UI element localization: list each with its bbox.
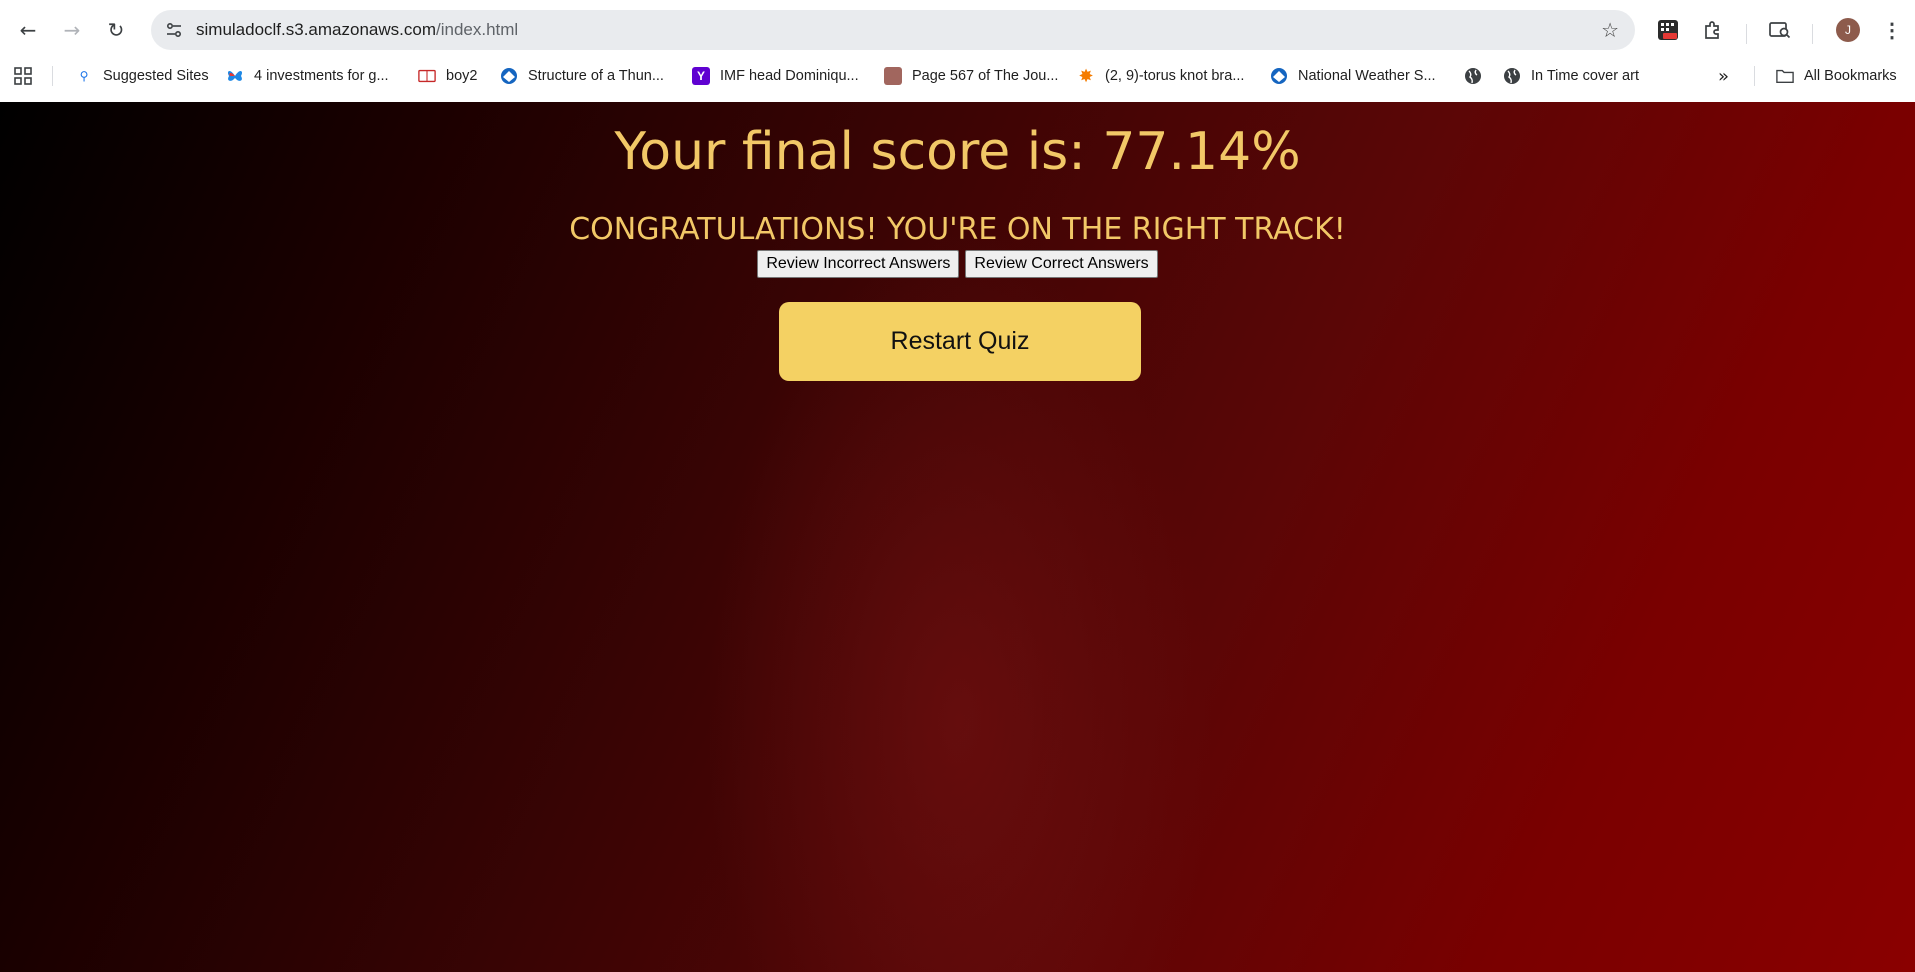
review-correct-button[interactable]: Review Correct Answers <box>965 250 1158 278</box>
bookmark-page-567[interactable]: Page 567 of The Jou... <box>884 64 1058 88</box>
butterfly-icon <box>226 67 244 85</box>
more-bookmarks-chevron-icon[interactable]: » <box>1718 64 1729 88</box>
folder-icon <box>1776 67 1794 85</box>
gear-orange-icon: ✸ <box>1078 65 1094 87</box>
bookmark-investments[interactable]: 4 investments for g... <box>226 64 389 88</box>
browser-toolbar: ← → ↻ simuladoclf.s3.amazonaws.com/index… <box>0 6 1915 54</box>
site-info-icon[interactable] <box>159 15 189 45</box>
bookmark-star-icon[interactable]: ☆ <box>1601 18 1619 42</box>
bookmark-torus-knot[interactable]: ✸ (2, 9)-torus knot bra... <box>1077 64 1244 88</box>
all-bookmarks-folder[interactable]: All Bookmarks <box>1776 64 1897 88</box>
profile-avatar[interactable]: J <box>1832 14 1864 46</box>
yahoo-icon: Y <box>692 67 710 85</box>
final-score-heading: Your final score is: 77.14% <box>614 122 1301 182</box>
bookmark-label: National Weather S... <box>1298 68 1436 84</box>
tab-search-icon[interactable] <box>1764 14 1796 46</box>
address-bar[interactable]: simuladoclf.s3.amazonaws.com/index.html … <box>151 10 1635 50</box>
bookmark-globe[interactable] <box>1464 64 1492 88</box>
reload-icon[interactable]: ↻ <box>100 14 132 46</box>
bookmark-in-time[interactable]: In Time cover art <box>1503 64 1639 88</box>
bookmark-label: boy2 <box>446 68 478 84</box>
bookmark-label: 4 investments for g... <box>254 68 389 84</box>
bookmark-label: Structure of a Thun... <box>528 68 664 84</box>
bookmarks-divider <box>1754 66 1755 86</box>
bookmarks-divider <box>52 66 53 86</box>
quiz-result-page: Your final score is: 77.14% CONGRATULATI… <box>0 102 1915 972</box>
all-bookmarks-label: All Bookmarks <box>1804 68 1897 84</box>
bookmark-imf-head[interactable]: Y IMF head Dominiqu... <box>692 64 859 88</box>
bookmark-label: IMF head Dominiqu... <box>720 68 859 84</box>
review-incorrect-button[interactable]: Review Incorrect Answers <box>757 250 960 278</box>
bookmark-label: Suggested Sites <box>103 68 209 84</box>
noaa-icon <box>1270 67 1288 85</box>
toolbar-divider <box>1812 24 1813 44</box>
toolbar-divider <box>1746 24 1747 44</box>
bookmark-label: Page 567 of The Jou... <box>912 68 1059 84</box>
menu-kebab-icon[interactable]: ⋮ <box>1876 14 1908 46</box>
search-icon: ⚲ <box>79 69 89 83</box>
avatar: J <box>1836 18 1860 42</box>
url-path: /index.html <box>435 20 519 39</box>
bookmarks-bar: ⚲ Suggested Sites 4 investments for g...… <box>0 58 1915 94</box>
back-icon[interactable]: ← <box>12 14 44 46</box>
page-icon <box>884 67 902 85</box>
book-icon <box>418 67 436 85</box>
forward-icon[interactable]: → <box>56 14 88 46</box>
bookmark-label: (2, 9)-torus knot bra... <box>1105 68 1245 84</box>
url-host: simuladoclf.s3.amazonaws.com <box>196 20 436 39</box>
url-text[interactable]: simuladoclf.s3.amazonaws.com/index.html <box>196 20 518 40</box>
extension-off-icon[interactable] <box>1652 14 1684 46</box>
bookmark-structure-thun[interactable]: Structure of a Thun... <box>500 64 664 88</box>
bookmark-label: In Time cover art <box>1531 68 1639 84</box>
bookmark-boy2[interactable]: boy2 <box>418 64 477 88</box>
review-buttons: Review Incorrect Answers Review Correct … <box>0 250 1915 278</box>
globe-icon <box>1503 67 1521 85</box>
congratulations-message: CONGRATULATIONS! YOU'RE ON THE RIGHT TRA… <box>569 212 1346 247</box>
restart-quiz-button[interactable]: Restart Quiz <box>779 302 1141 381</box>
bookmark-suggested-sites[interactable]: ⚲ Suggested Sites <box>75 64 209 88</box>
bookmark-national-weather[interactable]: National Weather S... <box>1270 64 1436 88</box>
globe-icon <box>1464 67 1482 85</box>
apps-grid-icon[interactable] <box>14 64 32 88</box>
browser-chrome: ← → ↻ simuladoclf.s3.amazonaws.com/index… <box>0 0 1915 103</box>
noaa-icon <box>500 67 518 85</box>
extensions-puzzle-icon[interactable] <box>1697 14 1729 46</box>
